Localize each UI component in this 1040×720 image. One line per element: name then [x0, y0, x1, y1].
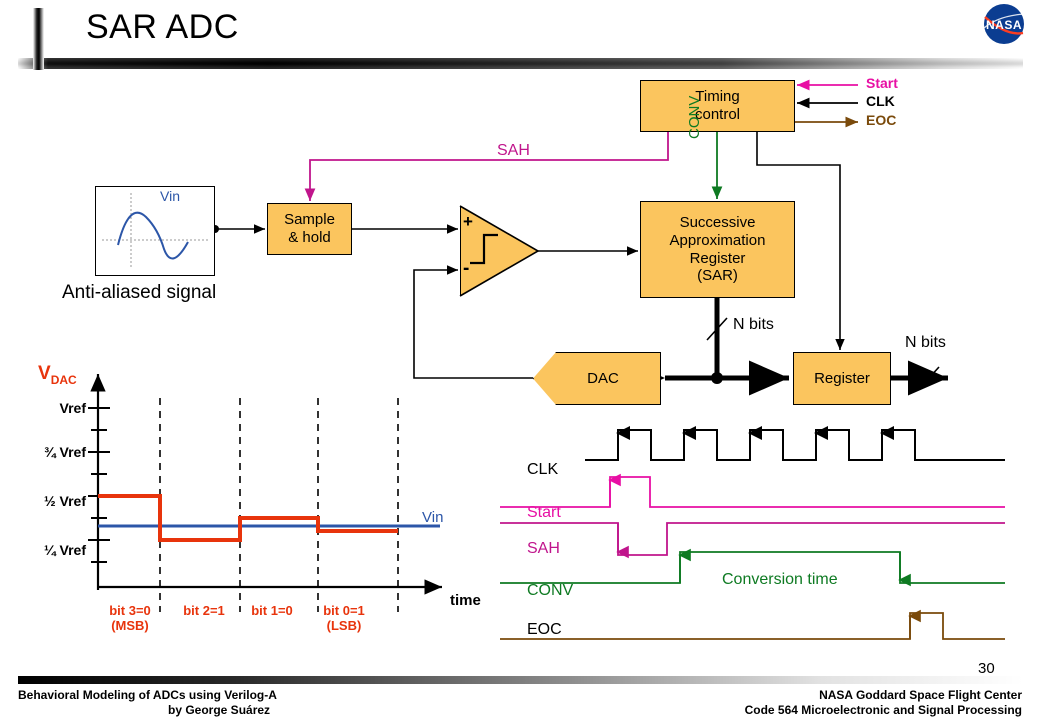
timing-waveform-diagram	[500, 426, 1005, 640]
chart-bit-label-2: bit 2=1	[183, 603, 225, 618]
page-title: SAR ADC	[86, 8, 239, 46]
footer-rule	[18, 676, 1023, 684]
anti-aliased-signal-caption: Anti-aliased signal	[62, 282, 217, 303]
comparator-plus-input-label: +	[463, 212, 473, 231]
wire-label-clk: CLK	[866, 93, 895, 109]
footer-right-line1: NASA Goddard Space Flight Center	[819, 688, 1022, 702]
title-accent-bar	[33, 8, 44, 70]
block-sample-and-hold[interactable]: Sample & hold	[267, 203, 352, 255]
footer-left-line2: by George Suárez	[168, 703, 271, 717]
chart-bit-label-0: bit 0=1 (LSB)	[323, 603, 365, 633]
chart-bit-label-1: bit 1=0	[251, 603, 293, 618]
vdac-step-chart	[88, 374, 442, 612]
title-underline-rule	[18, 58, 1023, 69]
block-sar-line3: Register	[689, 249, 746, 267]
input-signal-preview-box	[95, 186, 215, 276]
svg-text:NASA: NASA	[986, 18, 1022, 32]
block-dac-label: DAC	[587, 370, 619, 387]
block-sample-hold-line2: & hold	[288, 229, 331, 246]
slide-number: 30	[978, 660, 995, 677]
block-sample-hold-line1: Sample	[284, 211, 335, 229]
footer-right-line2: Code 564 Microelectronic and Signal Proc…	[744, 703, 1022, 717]
block-register-label: Register	[814, 369, 870, 387]
block-register[interactable]: Register	[793, 352, 891, 405]
block-sar-line2: Approximation	[669, 231, 766, 249]
wire-label-n-bits-sar: N bits	[733, 316, 774, 333]
vin-source-label: Vin	[160, 188, 180, 204]
sine-wave-graphic	[102, 193, 208, 269]
block-sar-line4: (SAR)	[697, 267, 738, 285]
block-dac[interactable]: DAC	[533, 352, 661, 405]
chart-bit-label-3: bit 3=0 (MSB)	[109, 603, 151, 633]
wire-label-conv: CONV	[686, 95, 703, 139]
wire-label-start: Start	[866, 75, 898, 91]
wire-label-n-bits-output: N bits	[905, 334, 946, 351]
wire-label-sah: SAH	[497, 142, 530, 159]
block-timing-control[interactable]: Timing control	[640, 80, 795, 132]
comparator-minus-input-label: -	[463, 258, 470, 279]
footer-left-line1: Behavioral Modeling of ADCs using Verilo…	[18, 688, 277, 702]
nasa-meatball-logo: NASA	[983, 4, 1025, 44]
block-sar-line1: Successive	[679, 214, 756, 232]
wire-label-eoc: EOC	[866, 112, 897, 128]
block-successive-approximation-register[interactable]: Successive Approximation Register (SAR)	[640, 201, 795, 298]
